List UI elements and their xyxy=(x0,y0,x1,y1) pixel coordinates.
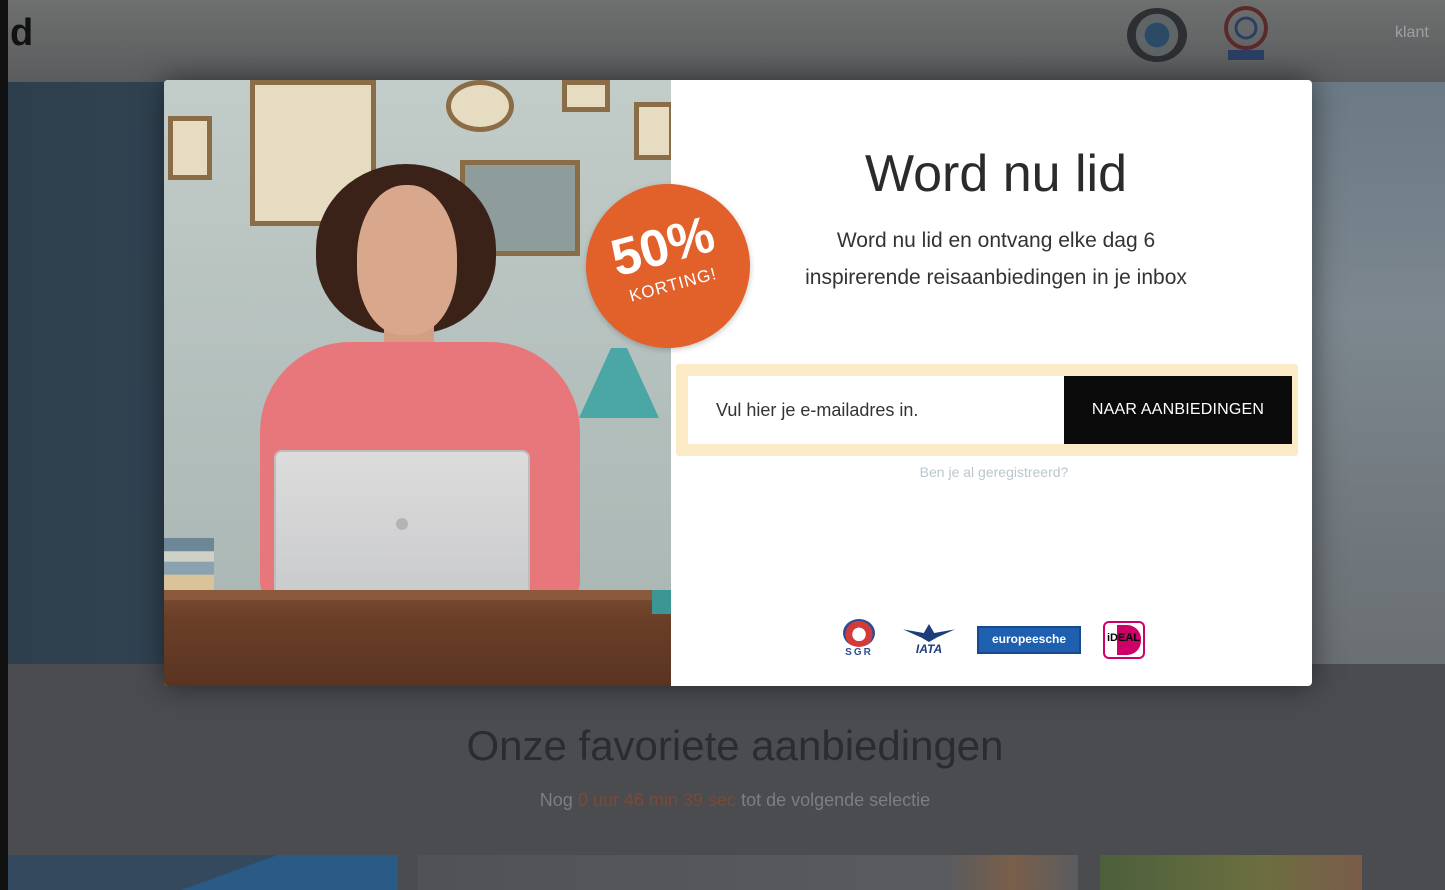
sgr-logo-icon: SGR xyxy=(837,619,881,661)
offer-card[interactable] xyxy=(418,855,1078,890)
countdown-text: Nog 0 uur 46 min 39 sec tot de volgende … xyxy=(0,790,1445,811)
email-input[interactable] xyxy=(688,376,1065,444)
subtitle-line-2: inspirerende reisaanbiedingen in je inbo… xyxy=(805,266,1187,289)
offer-card[interactable] xyxy=(8,855,398,890)
countdown-hours: 0 xyxy=(577,790,588,810)
background-hero-photo xyxy=(1312,82,1445,664)
woman-face xyxy=(357,185,457,335)
nav-klant-link[interactable]: klant xyxy=(1395,24,1429,42)
iata-wings xyxy=(903,624,955,642)
ideal-text: iDEAL xyxy=(1107,632,1140,644)
modal-subtitle: Word nu lid en ontvang elke dag 6 inspir… xyxy=(691,222,1301,296)
wall-frame xyxy=(168,116,212,180)
ideal-logo-icon: iDEAL xyxy=(1103,621,1145,659)
desk-edge xyxy=(164,590,671,600)
globe-icon xyxy=(1127,8,1187,62)
offer-card[interactable] xyxy=(1100,855,1362,890)
submit-button[interactable]: NAAR AANBIEDINGEN xyxy=(1064,376,1292,444)
iata-logo-icon: IATA xyxy=(903,620,955,660)
lamp-base xyxy=(652,590,671,614)
laptop-logo xyxy=(396,518,408,530)
offers-heading: Onze favoriete aanbiedingen xyxy=(466,722,1004,769)
countdown-seconds: 39 xyxy=(682,790,704,810)
europeesche-logo: europeesche xyxy=(977,626,1081,654)
books xyxy=(164,538,214,590)
subtitle-line-1: Word nu lid en ontvang elke dag 6 xyxy=(836,229,1156,252)
site-logo[interactable]: d xyxy=(10,12,33,55)
sgr-globe xyxy=(843,619,875,647)
wall-frame xyxy=(446,80,514,132)
modal-title: Word nu lid xyxy=(864,145,1128,203)
woman-laptop-photo xyxy=(164,80,671,686)
wall-frame xyxy=(634,102,671,160)
laptop xyxy=(274,450,530,610)
countdown-seconds-unit: sec xyxy=(708,790,737,810)
wall-frame xyxy=(562,80,610,112)
sgr-text: SGR xyxy=(845,647,873,658)
page: d klant Onze favoriete aanbiedingen Nog … xyxy=(0,0,1445,890)
iata-text: IATA xyxy=(915,642,943,656)
signup-form: NAAR AANBIEDINGEN xyxy=(676,364,1298,456)
signup-panel: Word nu lid Word nu lid en ontvang elke … xyxy=(671,80,1312,686)
sgr-logo-icon xyxy=(1224,6,1268,60)
countdown-minutes-unit: min xyxy=(648,790,678,810)
countdown-minutes: 46 xyxy=(623,790,644,810)
countdown-prefix: Nog xyxy=(539,790,573,810)
desk xyxy=(164,590,671,686)
already-registered-link[interactable]: Ben je al geregistreerd? xyxy=(671,464,1312,480)
signup-modal: 50% KORTING! Word nu lid Word nu lid en … xyxy=(164,80,1312,686)
trust-logos: SGR IATA europeesche iDEAL xyxy=(837,618,1145,662)
countdown-hours-unit: uur xyxy=(592,790,619,810)
countdown-suffix: tot de volgende selectie xyxy=(741,790,931,810)
